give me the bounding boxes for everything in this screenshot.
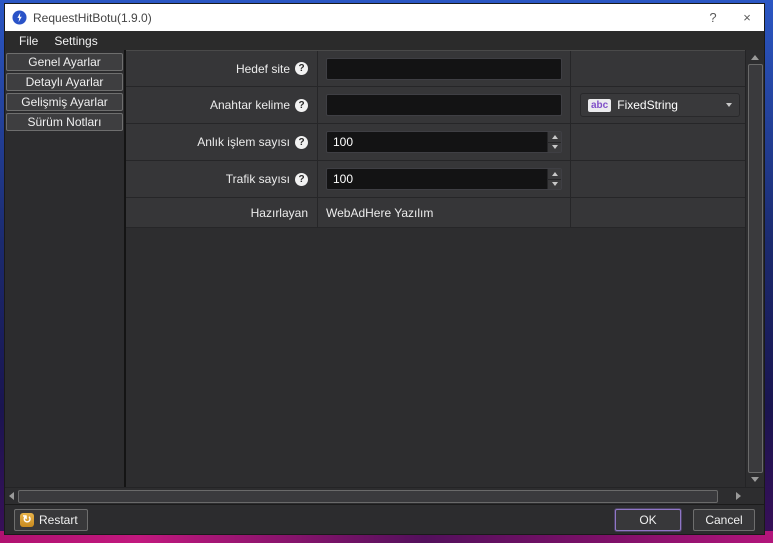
ok-button[interactable]: OK bbox=[615, 509, 681, 531]
author-value: WebAdHere Yazılım bbox=[326, 206, 433, 220]
scroll-down-button[interactable] bbox=[746, 473, 764, 486]
hazirlayan-label: Hazırlayan bbox=[251, 206, 308, 220]
form-input-cell bbox=[318, 161, 571, 197]
form-rows: Hedef site ? Anahtar kelime ? bbox=[126, 50, 745, 228]
title-bar: RequestHitBotu(1.9.0) ? × bbox=[5, 4, 764, 31]
form-row-hazirlayan: Hazırlayan WebAdHere Yazılım bbox=[126, 198, 745, 228]
form-input-cell: WebAdHere Yazılım bbox=[318, 198, 571, 227]
restart-icon: ↻ bbox=[20, 513, 34, 527]
form-label-cell: Hedef site ? bbox=[126, 51, 318, 86]
form-label-cell: Anahtar kelime ? bbox=[126, 87, 318, 123]
keyword-type-dropdown[interactable]: abc FixedString bbox=[580, 93, 740, 117]
cancel-button[interactable]: Cancel bbox=[693, 509, 755, 531]
form-row-anlik-islem: Anlık işlem sayısı ? bbox=[126, 124, 745, 161]
hedef-site-label: Hedef site bbox=[236, 62, 290, 76]
spinner-buttons bbox=[547, 132, 561, 152]
menu-item-file[interactable]: File bbox=[11, 34, 46, 48]
titlebar-buttons: ? × bbox=[696, 4, 764, 31]
spinner-buttons bbox=[547, 169, 561, 189]
traffic-count-input[interactable] bbox=[326, 168, 562, 190]
scrollbar-corner bbox=[745, 488, 764, 504]
form-extra-cell bbox=[571, 161, 745, 197]
help-button[interactable]: ? bbox=[696, 4, 730, 31]
form-input-cell bbox=[318, 87, 571, 123]
scroll-up-button[interactable] bbox=[746, 51, 764, 64]
target-site-input[interactable] bbox=[326, 58, 562, 80]
help-icon[interactable]: ? bbox=[295, 173, 308, 186]
vertical-scroll-thumb[interactable] bbox=[748, 64, 763, 473]
menu-item-settings[interactable]: Settings bbox=[46, 34, 105, 48]
close-button[interactable]: × bbox=[730, 4, 764, 31]
help-icon[interactable]: ? bbox=[295, 136, 308, 149]
chevron-down-icon bbox=[726, 103, 732, 107]
restart-button[interactable]: ↻ Restart bbox=[14, 509, 88, 531]
spin-down-button[interactable] bbox=[547, 180, 561, 190]
instant-process-count-input[interactable] bbox=[326, 131, 562, 153]
keyword-type-value: FixedString bbox=[617, 98, 720, 112]
sidebar-item-genel-ayarlar[interactable]: Genel Ayarlar bbox=[6, 53, 123, 71]
form-label-cell: Trafik sayısı ? bbox=[126, 161, 318, 197]
desktop-background: RequestHitBotu(1.9.0) ? × File Settings … bbox=[0, 0, 773, 543]
form-label-cell: Hazırlayan bbox=[126, 198, 318, 227]
form-input-cell bbox=[318, 51, 571, 86]
app-logo-icon bbox=[12, 10, 27, 25]
spin-down-icon bbox=[552, 182, 558, 186]
scroll-down-icon bbox=[751, 477, 759, 482]
restart-label: Restart bbox=[39, 513, 78, 527]
horizontal-scroll-thumb[interactable] bbox=[18, 490, 718, 503]
abc-type-icon: abc bbox=[588, 99, 611, 112]
form-extra-cell: abc FixedString bbox=[571, 87, 749, 123]
form-row-anahtar-kelime: Anahtar kelime ? abc FixedString bbox=[126, 87, 745, 124]
spin-up-button[interactable] bbox=[547, 132, 561, 143]
vertical-scroll-track[interactable] bbox=[748, 64, 763, 473]
sidebar: Genel Ayarlar Detaylı Ayarlar Gelişmiş A… bbox=[5, 50, 124, 487]
app-window: RequestHitBotu(1.9.0) ? × File Settings … bbox=[4, 3, 765, 535]
footer-bar: ↻ Restart OK Cancel bbox=[5, 504, 764, 534]
content-area: Genel Ayarlar Detaylı Ayarlar Gelişmiş A… bbox=[5, 50, 764, 487]
scroll-left-button[interactable] bbox=[5, 488, 18, 504]
panel-empty-area bbox=[126, 228, 745, 487]
sidebar-item-gelismis-ayarlar[interactable]: Gelişmiş Ayarlar bbox=[6, 93, 123, 111]
scroll-right-button[interactable] bbox=[732, 488, 745, 504]
sidebar-item-surum-notlari[interactable]: Sürüm Notları bbox=[6, 113, 123, 131]
horizontal-scrollbar[interactable] bbox=[5, 487, 764, 504]
spin-up-icon bbox=[552, 135, 558, 139]
page-title: RequestHitBotu(1.9.0) bbox=[33, 11, 152, 25]
form-row-hedef-site: Hedef site ? bbox=[126, 51, 745, 87]
form-extra-cell bbox=[571, 51, 745, 86]
instant-process-count-spinner bbox=[326, 131, 562, 153]
sidebar-item-detayli-ayarlar[interactable]: Detaylı Ayarlar bbox=[6, 73, 123, 91]
anahtar-kelime-label: Anahtar kelime bbox=[210, 98, 290, 112]
spin-down-button[interactable] bbox=[547, 143, 561, 153]
form-input-cell bbox=[318, 124, 571, 160]
spin-down-icon bbox=[552, 145, 558, 149]
form-label-cell: Anlık işlem sayısı ? bbox=[126, 124, 318, 160]
form-extra-cell bbox=[571, 124, 745, 160]
vertical-scrollbar[interactable] bbox=[745, 50, 764, 487]
menu-bar: File Settings bbox=[5, 31, 764, 50]
scroll-left-icon bbox=[9, 492, 14, 500]
form-extra-cell bbox=[571, 198, 745, 227]
anlik-islem-label: Anlık işlem sayısı bbox=[197, 135, 290, 149]
help-icon[interactable]: ? bbox=[295, 99, 308, 112]
horizontal-scroll-track[interactable] bbox=[18, 490, 732, 503]
form-row-trafik: Trafik sayısı ? bbox=[126, 161, 745, 198]
spin-up-button[interactable] bbox=[547, 169, 561, 180]
scroll-up-icon bbox=[751, 55, 759, 60]
scroll-right-icon bbox=[736, 492, 741, 500]
help-icon[interactable]: ? bbox=[295, 62, 308, 75]
traffic-count-spinner bbox=[326, 168, 562, 190]
trafik-sayisi-label: Trafik sayısı bbox=[226, 172, 290, 186]
settings-panel: Hedef site ? Anahtar kelime ? bbox=[124, 50, 745, 487]
keyword-input[interactable] bbox=[326, 94, 562, 116]
spin-up-icon bbox=[552, 172, 558, 176]
